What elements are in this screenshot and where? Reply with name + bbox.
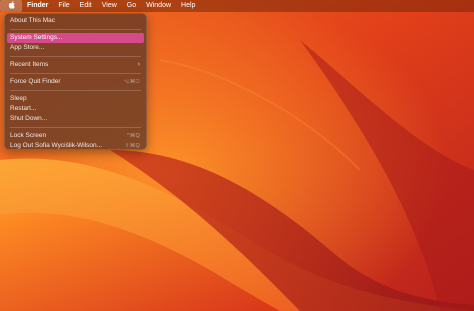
menu-item-lock-screen[interactable]: Lock Screen ^⌘Q	[7, 131, 144, 141]
menu-item-about-this-mac[interactable]: About This Mac	[7, 16, 144, 26]
menu-item-system-settings[interactable]: System Settings...	[7, 33, 144, 43]
menu-help[interactable]: Help	[176, 0, 200, 12]
menu-separator	[10, 73, 141, 74]
menu-go[interactable]: Go	[122, 0, 141, 12]
menu-item-label: Recent Items	[10, 61, 49, 68]
menu-item-sleep[interactable]: Sleep	[7, 94, 144, 104]
menu-item-recent-items[interactable]: Recent Items ›	[7, 60, 144, 70]
menu-window[interactable]: Window	[141, 0, 176, 12]
menu-item-label: App Store...	[10, 44, 45, 51]
keyboard-shortcut: ⇧⌘Q	[125, 143, 140, 149]
apple-logo-icon	[8, 1, 15, 11]
menu-edit[interactable]: Edit	[75, 0, 97, 12]
menu-separator	[10, 90, 141, 91]
menu-item-label: Lock Screen	[10, 132, 47, 139]
apple-menu-dropdown: About This Mac System Settings... App St…	[4, 13, 147, 150]
menu-item-label: Force Quit Finder	[10, 78, 61, 85]
menu-finder[interactable]: Finder	[22, 0, 53, 12]
apple-menu-button[interactable]	[0, 0, 22, 12]
menu-item-restart[interactable]: Restart...	[7, 104, 144, 114]
menu-item-label: System Settings...	[10, 34, 63, 41]
menu-item-log-out[interactable]: Log Out Sofia Wyciślik-Wilson... ⇧⌘Q	[7, 141, 144, 151]
chevron-right-icon: ›	[137, 61, 140, 68]
menu-item-app-store[interactable]: App Store...	[7, 43, 144, 53]
menu-separator	[10, 56, 141, 57]
keyboard-shortcut: ^⌘Q	[127, 133, 140, 139]
menu-item-force-quit[interactable]: Force Quit Finder ⌥⌘⎋	[7, 77, 144, 87]
menu-item-label: Restart...	[10, 105, 37, 112]
menu-item-label: Log Out Sofia Wyciślik-Wilson...	[10, 142, 103, 149]
menu-view[interactable]: View	[97, 0, 122, 12]
menu-file[interactable]: File	[53, 0, 74, 12]
menu-item-label: Sleep	[10, 95, 27, 102]
menu-item-shut-down[interactable]: Shut Down...	[7, 114, 144, 124]
menu-bar: Finder File Edit View Go Window Help	[0, 0, 474, 12]
menu-separator	[10, 29, 141, 30]
menu-separator	[10, 127, 141, 128]
keyboard-shortcut: ⌥⌘⎋	[123, 79, 140, 85]
menu-item-label: About This Mac	[10, 17, 56, 24]
menu-item-label: Shut Down...	[10, 115, 48, 122]
